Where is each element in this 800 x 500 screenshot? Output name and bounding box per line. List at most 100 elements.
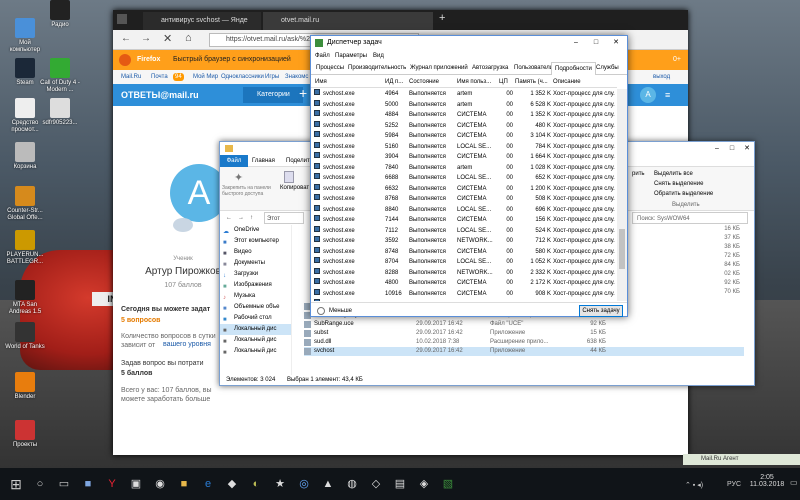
- process-row[interactable]: svchost.exe4272ВыполняетсяСИСТЕМА00716 K…: [311, 299, 617, 301]
- taskmgr-taskbar-icon[interactable]: ▧: [436, 468, 460, 500]
- minimize-icon[interactable]: –: [710, 142, 724, 155]
- desktop-icon[interactable]: Проекты: [5, 420, 45, 449]
- desktop-icon[interactable]: Steam: [5, 58, 45, 87]
- forward-arrow-icon[interactable]: →: [238, 211, 244, 225]
- nav-item[interactable]: ♪ Музыка: [220, 291, 291, 302]
- clear-selection-button[interactable]: Снять выделение: [654, 181, 703, 187]
- level-link[interactable]: вашего уровня: [163, 341, 211, 348]
- ok-link[interactable]: Одноклассники: [221, 70, 264, 84]
- process-row[interactable]: svchost.exe 4964 Выполняется artem 00 1 352 K…: [311, 89, 617, 100]
- nav-item[interactable]: ■ Рабочий стол: [220, 313, 291, 324]
- tab-services[interactable]: Службы: [593, 62, 622, 75]
- maximize-icon[interactable]: □: [589, 36, 603, 50]
- file-row[interactable]: SubRange.uce 29.09.2017 16:42 Файл "UCE" 92…: [304, 320, 744, 329]
- menu-icon[interactable]: ≡: [665, 90, 670, 100]
- dating-link[interactable]: Знакомс: [285, 70, 308, 84]
- close-icon[interactable]: ✕: [609, 36, 623, 50]
- categories-button[interactable]: Категории: [243, 87, 303, 103]
- desktop-icon[interactable]: sdfr905223...: [40, 98, 80, 127]
- back-arrow-icon[interactable]: ←: [121, 33, 131, 44]
- maximize-icon[interactable]: □: [725, 142, 739, 155]
- nav-item[interactable]: ■ Объемные объе: [220, 302, 291, 313]
- menu-options[interactable]: Параметры: [335, 50, 367, 62]
- process-row[interactable]: svchost.exe 5252 Выполняется СИСТЕМА 00 480 K…: [311, 120, 617, 132]
- app-taskbar-icon[interactable]: ◇: [364, 468, 388, 500]
- process-row[interactable]: svchost.exe 8704 Выполняется LOCAL SE... 00 1…: [311, 257, 617, 268]
- process-row[interactable]: svchost.exe 7112 Выполняется LOCAL SE... 00 5…: [311, 225, 617, 237]
- app-taskbar-icon[interactable]: ★: [268, 468, 292, 500]
- app-taskbar-icon[interactable]: ◐: [244, 468, 268, 500]
- otvety-logo[interactable]: ОТВЕТЫ@mail.ru: [121, 90, 199, 100]
- process-row[interactable]: svchost.exe 10916 Выполняется СИСТЕМА 00 908 …: [311, 288, 617, 300]
- tab-file[interactable]: Файл: [220, 155, 248, 167]
- up-arrow-icon[interactable]: ↑: [250, 211, 253, 225]
- process-row[interactable]: svchost.exe 7144 Выполняется СИСТЕМА 00 156 K…: [311, 215, 617, 226]
- nav-item[interactable]: ■ Локальный дис: [220, 346, 291, 357]
- start-icon[interactable]: ⊞: [4, 468, 28, 500]
- nav-item[interactable]: ■ Локальный дис: [220, 335, 291, 346]
- menu-file[interactable]: Файл: [315, 50, 330, 62]
- col-cpu[interactable]: ЦП: [499, 77, 508, 88]
- mail-link[interactable]: Почта: [151, 70, 168, 84]
- file-row[interactable]: subst 29.09.2017 16:42 Приложение 15 КБ: [304, 329, 744, 338]
- app-taskbar-icon[interactable]: ◈: [412, 468, 436, 500]
- process-row[interactable]: svchost.exe 5160 Выполняется LOCAL SE... 00 7…: [311, 141, 617, 153]
- folder-taskbar-icon[interactable]: ■: [172, 468, 196, 500]
- process-row[interactable]: svchost.exe 3904 Выполняется СИСТЕМА 00 1 664…: [311, 152, 617, 163]
- games-link[interactable]: Игры: [265, 70, 279, 84]
- minimize-icon[interactable]: –: [569, 36, 583, 50]
- task-view-icon[interactable]: ▭: [52, 468, 76, 500]
- file-row[interactable]: sud.dll 10.02.2018 7:38 Расширение прило..…: [304, 338, 744, 347]
- edge-taskbar-icon[interactable]: e: [196, 468, 220, 500]
- copy-button[interactable]: Копироват: [280, 185, 309, 191]
- scrollbar-thumb[interactable]: [619, 229, 625, 269]
- tab-performance[interactable]: Производительность: [345, 62, 409, 75]
- process-row[interactable]: svchost.exe 3592 Выполняется NETWORK... 00 71…: [311, 236, 617, 247]
- moi-mir-link[interactable]: Мой Мир: [193, 70, 218, 84]
- fewer-details-link[interactable]: Меньше: [329, 303, 352, 319]
- nav-item[interactable]: ■ Этот компьютер: [220, 236, 291, 247]
- process-row[interactable]: svchost.exe 8748 Выполняется СИСТЕМА 00 580 K…: [311, 246, 617, 258]
- logout-link[interactable]: выход: [653, 70, 670, 84]
- nav-item[interactable]: ↓ Загрузки: [220, 269, 291, 280]
- process-row[interactable]: svchost.exe 6688 Выполняется LOCAL SE... 00 6…: [311, 173, 617, 184]
- search-icon[interactable]: ○: [28, 468, 52, 500]
- nav-item[interactable]: ■ Локальный дис: [220, 324, 291, 335]
- app-taskbar-icon[interactable]: ◍: [340, 468, 364, 500]
- app-taskbar-icon[interactable]: ◉: [148, 468, 172, 500]
- clock[interactable]: 2:05 11.03.2018: [747, 474, 787, 488]
- process-row[interactable]: svchost.exe 6632 Выполняется СИСТЕМА 00 1 200…: [311, 183, 617, 195]
- app-taskbar-icon[interactable]: ▣: [124, 468, 148, 500]
- tab-home[interactable]: Главная: [252, 155, 275, 167]
- add-question-icon[interactable]: +: [299, 85, 307, 101]
- desktop-icon[interactable]: PLAYERUN... BATTLEGR...: [5, 230, 45, 266]
- col-pid[interactable]: ИД п...: [385, 77, 403, 88]
- forward-arrow-icon[interactable]: →: [141, 33, 151, 44]
- home-icon[interactable]: ⌂: [185, 32, 192, 44]
- col-description[interactable]: Описание: [553, 77, 581, 88]
- pin-button[interactable]: Закрепить на панели быстрого доступа: [222, 185, 284, 197]
- select-all-button[interactable]: Выделить все: [654, 171, 693, 177]
- process-row[interactable]: svchost.exe 5984 Выполняется СИСТЕМА 00 3 104…: [311, 131, 617, 142]
- back-arrow-icon[interactable]: ←: [226, 211, 232, 225]
- tab-app-history[interactable]: Журнал приложений: [407, 62, 471, 75]
- nav-item[interactable]: ■ Документы: [220, 258, 291, 269]
- tab-users[interactable]: Пользователи: [511, 62, 556, 75]
- col-memory[interactable]: Память (ч...: [515, 77, 548, 88]
- desktop-icon[interactable]: Counter-Str... Global Offe...: [5, 186, 45, 222]
- stop-icon[interactable]: ✕: [163, 32, 172, 45]
- tab-details[interactable]: Подробности: [551, 62, 596, 75]
- explorer-taskbar-icon[interactable]: ■: [76, 468, 100, 500]
- desktop-icon[interactable]: Call of Duty 4 - Modern ...: [40, 58, 80, 94]
- new-tab-button[interactable]: +: [439, 12, 445, 24]
- process-row[interactable]: svchost.exe 5000 Выполняется artem 00 6 528 K…: [311, 99, 617, 111]
- end-task-button[interactable]: Снять задачу: [579, 305, 623, 317]
- app-taskbar-icon[interactable]: ▲: [316, 468, 340, 500]
- tab-startup[interactable]: Автозагрузка: [469, 62, 511, 75]
- desktop-icon[interactable]: Мой компьютер: [5, 18, 45, 54]
- desktop-icon[interactable]: Blender: [5, 372, 45, 401]
- process-row[interactable]: svchost.exe 8288 Выполняется NETWORK... 00 2 …: [311, 267, 617, 279]
- desktop-icon[interactable]: Радио: [40, 0, 80, 29]
- nav-item[interactable]: ☁ OneDrive: [220, 225, 291, 236]
- desktop-icon[interactable]: Корзина: [5, 142, 45, 171]
